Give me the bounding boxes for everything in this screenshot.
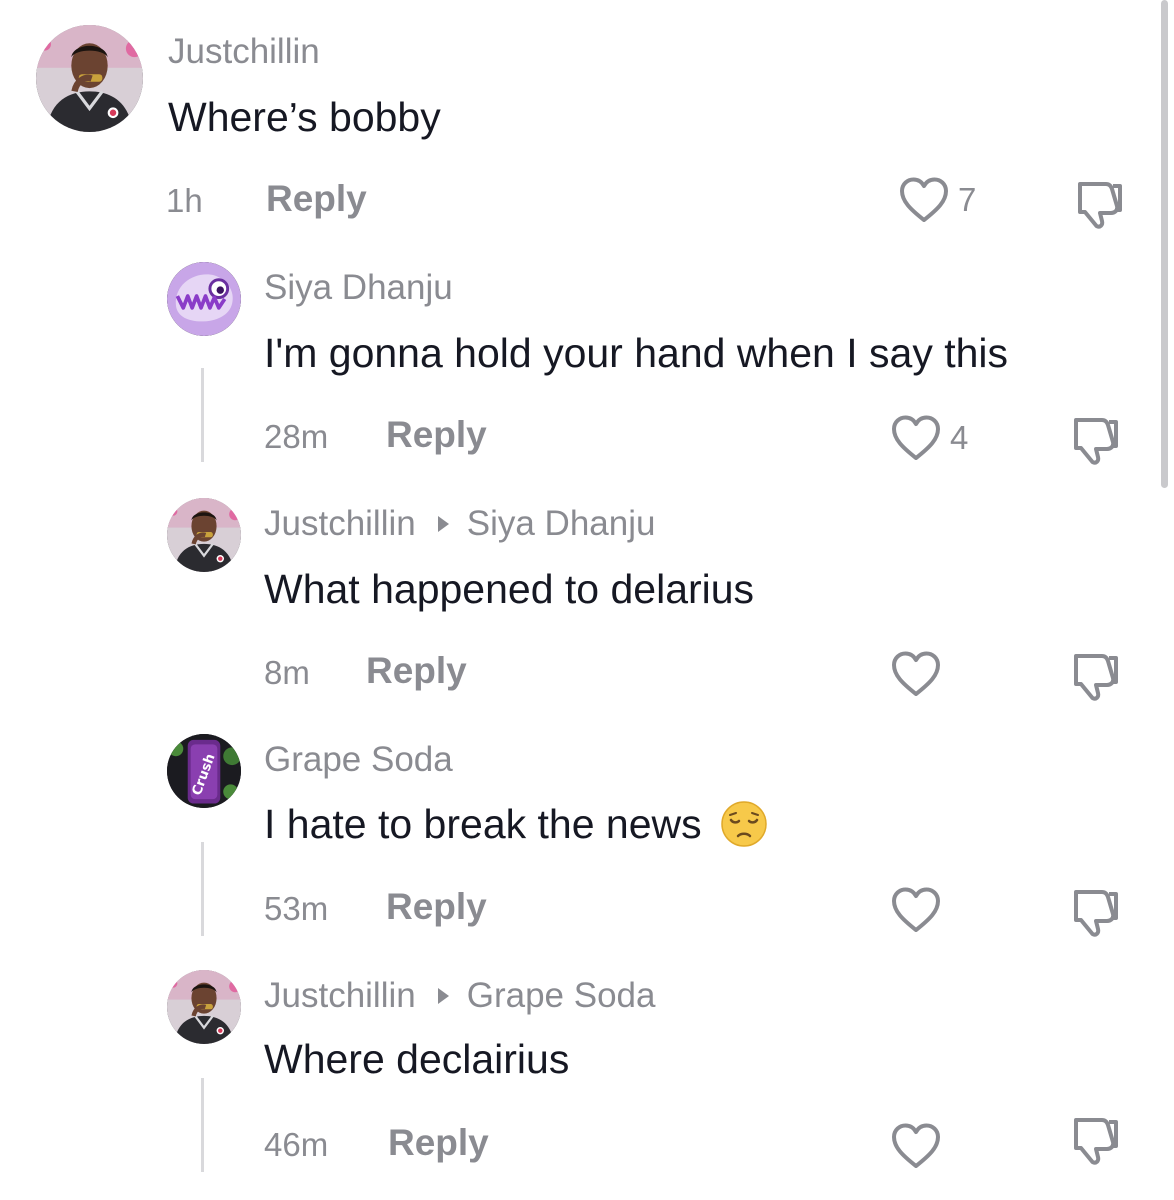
- username-text[interactable]: Siya Dhanju: [264, 268, 453, 308]
- heart-icon: [890, 650, 942, 698]
- username-text[interactable]: Grape Soda: [264, 740, 453, 780]
- like-button[interactable]: [890, 1122, 942, 1170]
- comment-text: I'm gonna hold your hand when I say this: [264, 330, 1008, 377]
- athlete-avatar-icon[interactable]: [167, 970, 241, 1044]
- reply-item: Justchillin Grape Soda Where declairius …: [0, 962, 1174, 1200]
- reply-button[interactable]: Reply: [266, 178, 367, 220]
- athlete-avatar-icon[interactable]: [36, 25, 143, 132]
- comment-username[interactable]: Grape Soda: [264, 740, 453, 780]
- grape-soda-can-avatar-icon[interactable]: [167, 734, 241, 808]
- heart-icon: [890, 1122, 942, 1170]
- dislike-button[interactable]: [1068, 648, 1124, 702]
- dislike-button[interactable]: [1068, 1112, 1124, 1166]
- comment-username[interactable]: Justchillin: [168, 32, 320, 72]
- like-button[interactable]: [890, 886, 942, 934]
- athlete-avatar-icon[interactable]: [167, 498, 241, 572]
- like-count: 4: [950, 419, 969, 456]
- comment-text: Where declairius: [264, 1036, 569, 1083]
- dislike-button[interactable]: [1072, 176, 1128, 230]
- reply-button[interactable]: Reply: [386, 414, 487, 456]
- comment-time: 28m: [264, 418, 329, 455]
- comment-item: Justchillin Where’s bobby 1h Reply 7: [0, 0, 1174, 250]
- reply-button[interactable]: Reply: [366, 650, 467, 692]
- dislike-button[interactable]: [1068, 412, 1124, 466]
- comment-body: Where declairius: [264, 1036, 570, 1082]
- thumbs-down-icon: [1068, 1112, 1124, 1166]
- heart-icon: [890, 886, 942, 934]
- purple-monster-avatar-icon[interactable]: [167, 262, 241, 336]
- reply-button[interactable]: Reply: [386, 886, 487, 928]
- comment-time: 53m: [264, 890, 329, 927]
- comment-text: What happened to delarius: [264, 566, 754, 613]
- like-button[interactable]: [890, 650, 942, 698]
- like-button[interactable]: 7: [898, 176, 976, 224]
- thumbs-down-icon: [1068, 648, 1124, 702]
- like-count: 7: [958, 181, 977, 218]
- reply-arrow-icon: [437, 516, 449, 532]
- scrollbar[interactable]: [1161, 0, 1168, 488]
- dislike-button[interactable]: [1068, 884, 1124, 938]
- comment-time: 46m: [264, 1126, 329, 1163]
- reply-item: Siya Dhanju I'm gonna hold your hand whe…: [0, 250, 1174, 490]
- reply-button[interactable]: Reply: [388, 1122, 489, 1164]
- comment-text: Where’s bobby: [168, 94, 441, 141]
- thumbs-down-icon: [1072, 176, 1128, 230]
- username-text[interactable]: Justchillin: [168, 32, 320, 72]
- thumbs-down-icon: [1068, 412, 1124, 466]
- comment-username: Justchillin Grape Soda: [264, 976, 655, 1016]
- reply-item: Grape Soda I hate to break the news 53m …: [0, 726, 1174, 962]
- reply-to-username[interactable]: Grape Soda: [467, 976, 656, 1016]
- reply-arrow-icon: [437, 988, 449, 1004]
- reply-item: Justchillin Siya Dhanju What happened to…: [0, 490, 1174, 726]
- username-text[interactable]: Justchillin: [264, 976, 416, 1016]
- username-text[interactable]: Justchillin: [264, 504, 416, 544]
- comment-username[interactable]: Siya Dhanju: [264, 268, 453, 308]
- like-button[interactable]: 4: [890, 414, 968, 462]
- comment-body: I hate to break the news: [264, 800, 702, 847]
- thumbs-down-icon: [1068, 884, 1124, 938]
- heart-icon: [898, 176, 950, 224]
- comment-body: What happened to delarius: [264, 566, 755, 612]
- comment-body: I'm gonna hold your hand when I say this: [264, 330, 1009, 376]
- comment-text: I hate to break the news: [264, 800, 768, 848]
- pensive-face-emoji: [720, 800, 768, 848]
- reply-to-username[interactable]: Siya Dhanju: [467, 504, 656, 544]
- comment-time: 1h: [166, 182, 203, 219]
- heart-icon: [890, 414, 942, 462]
- comment-body: Where’s bobby: [168, 94, 441, 140]
- comment-username: Justchillin Siya Dhanju: [264, 504, 655, 544]
- comment-time: 8m: [264, 654, 310, 691]
